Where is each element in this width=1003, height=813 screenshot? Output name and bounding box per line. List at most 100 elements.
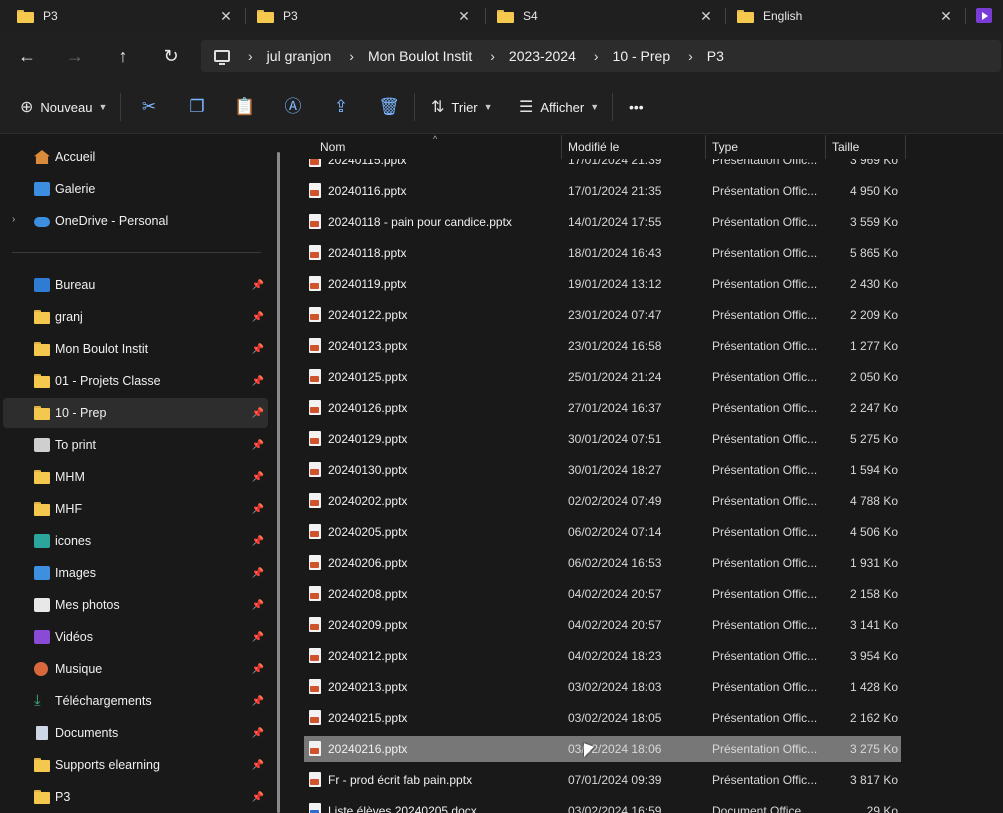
share-icon[interactable]: ⇪ (329, 95, 353, 119)
up-arrow-icon[interactable]: ↑ (111, 44, 135, 68)
file-row[interactable]: 20240118 - pain pour candice.pptx 14/01/2… (304, 209, 901, 235)
chevron-right-icon[interactable]: › (490, 48, 495, 64)
file-row[interactable]: 20240209.pptx 04/02/2024 20:57 Présentatio… (304, 612, 901, 638)
pin-icon[interactable]: 📌 (252, 536, 264, 547)
sidebar-item-musique[interactable]: Musique 📌 (3, 654, 268, 684)
file-row[interactable]: 20240206.pptx 06/02/2024 16:53 Présentatio… (304, 550, 901, 576)
sidebar-item-galerie[interactable]: Galerie (3, 174, 268, 204)
breadcrumb-item[interactable]: Mon Boulot Instit (368, 48, 472, 64)
breadcrumb-item[interactable]: 10 - Prep (613, 48, 671, 64)
sidebar-scrollbar[interactable] (277, 152, 280, 813)
file-row[interactable]: 20240122.pptx 23/01/2024 07:47 Présentatio… (304, 302, 901, 328)
file-row[interactable]: Liste élèves 20240205.docx 03/02/2024 16:… (304, 798, 901, 813)
sidebar-item-prep[interactable]: 10 - Prep 📌 (3, 398, 268, 428)
pin-icon[interactable]: 📌 (252, 376, 264, 387)
sidebar-item-images[interactable]: Images 📌 (3, 558, 268, 588)
file-row[interactable]: 20240216.pptx 03/02/2024 18:06 Présentatio… (304, 736, 901, 762)
tab[interactable]: English ✕ (737, 0, 954, 32)
file-row[interactable]: 20240116.pptx 17/01/2024 21:35 Présentatio… (304, 178, 901, 204)
sidebar-item-videos[interactable]: Vidéos 📌 (3, 622, 268, 652)
close-icon[interactable]: ✕ (218, 8, 234, 24)
new-button[interactable]: ⊕ Nouveau ▼ (20, 95, 107, 119)
sidebar-item-projets-classe[interactable]: 01 - Projets Classe 📌 (3, 366, 268, 396)
file-row[interactable]: 20240212.pptx 04/02/2024 18:23 Présentatio… (304, 643, 901, 669)
chevron-right-icon[interactable]: › (594, 48, 599, 64)
pin-icon[interactable]: 📌 (252, 312, 264, 323)
file-row[interactable]: 20240130.pptx 30/01/2024 18:27 Présentatio… (304, 457, 901, 483)
file-row[interactable]: 20240129.pptx 30/01/2024 07:51 Présentatio… (304, 426, 901, 452)
sidebar-item-mon-boulot-instit[interactable]: Mon Boulot Instit 📌 (3, 334, 268, 364)
tab[interactable]: P3 ✕ (257, 0, 472, 32)
pin-icon[interactable]: 📌 (252, 696, 264, 707)
breadcrumb-item[interactable]: 2023-2024 (509, 48, 576, 64)
column-divider[interactable] (825, 135, 826, 159)
column-modified[interactable]: Modifié le (568, 140, 619, 154)
file-row[interactable]: 20240215.pptx 03/02/2024 18:05 Présentatio… (304, 705, 901, 731)
pin-icon[interactable]: 📌 (252, 568, 264, 579)
sidebar-item-onedrive[interactable]: OneDrive - Personal (3, 206, 268, 236)
column-divider[interactable] (705, 135, 706, 159)
tab[interactable]: P3 ✕ (17, 0, 234, 32)
cut-icon[interactable]: ✂ (137, 95, 161, 119)
pin-icon[interactable]: 📌 (252, 344, 264, 355)
close-icon[interactable]: ✕ (938, 8, 954, 24)
pin-icon[interactable]: 📌 (252, 440, 264, 451)
back-arrow-icon[interactable]: ← (15, 44, 39, 68)
pin-icon[interactable]: 📌 (252, 408, 264, 419)
pin-icon[interactable]: 📌 (252, 504, 264, 515)
sidebar-item-supports-elearning[interactable]: Supports elearning 📌 (3, 750, 268, 780)
file-row[interactable]: 20240126.pptx 27/01/2024 16:37 Présentatio… (304, 395, 901, 421)
file-row[interactable]: 20240125.pptx 25/01/2024 21:24 Présentatio… (304, 364, 901, 390)
pin-icon[interactable]: 📌 (252, 728, 264, 739)
pin-icon[interactable]: 📌 (252, 600, 264, 611)
sidebar-item-telechargements[interactable]: ⤓ Téléchargements 📌 (3, 686, 268, 716)
column-divider[interactable] (561, 135, 562, 159)
column-type[interactable]: Type (712, 140, 738, 154)
address-bar[interactable]: › jul granjon › Mon Boulot Instit › 2023… (201, 40, 1001, 72)
sort-button[interactable]: ⇅ Trier ▼ (431, 95, 493, 119)
sidebar-item-accueil[interactable]: Accueil (3, 142, 268, 172)
forward-arrow-icon[interactable]: → (63, 44, 87, 68)
refresh-icon[interactable]: ↻ (159, 44, 183, 68)
view-button[interactable]: ☰ Afficher ▼ (519, 95, 599, 119)
file-row[interactable]: 20240213.pptx 03/02/2024 18:03 Présentatio… (304, 674, 901, 700)
sidebar-item-mhm[interactable]: MHM 📌 (3, 462, 268, 492)
sidebar-item-granj[interactable]: granj 📌 (3, 302, 268, 332)
rename-icon[interactable]: Ⓐ (281, 95, 305, 119)
more-options-button[interactable]: ••• (629, 95, 644, 119)
pin-icon[interactable]: 📌 (252, 760, 264, 771)
chevron-right-icon[interactable]: › (349, 48, 354, 64)
chevron-right-icon[interactable]: › (688, 48, 693, 64)
sidebar-item-documents[interactable]: Documents 📌 (3, 718, 268, 748)
file-row[interactable]: Fr - prod écrit fab pain.pptx 07/01/2024 … (304, 767, 901, 793)
file-row[interactable]: 20240205.pptx 06/02/2024 07:14 Présentatio… (304, 519, 901, 545)
pin-icon[interactable]: 📌 (252, 632, 264, 643)
column-name[interactable]: Nom (320, 140, 345, 154)
file-row[interactable]: 20240208.pptx 04/02/2024 20:57 Présentatio… (304, 581, 901, 607)
sidebar-item-to-print[interactable]: To print 📌 (3, 430, 268, 460)
delete-icon[interactable]: 🗑 (377, 95, 401, 119)
chevron-right-icon[interactable]: › (248, 48, 253, 64)
copy-icon[interactable]: ❐ (185, 95, 209, 119)
pin-icon[interactable]: 📌 (252, 472, 264, 483)
file-row[interactable]: 20240118.pptx 18/01/2024 16:43 Présentatio… (304, 240, 901, 266)
close-icon[interactable]: ✕ (698, 8, 714, 24)
sidebar-item-icones[interactable]: icones 📌 (3, 526, 268, 556)
pin-icon[interactable]: 📌 (252, 280, 264, 291)
sidebar-item-mes-photos[interactable]: Mes photos 📌 (3, 590, 268, 620)
paste-icon[interactable]: 📋 (233, 95, 257, 119)
close-icon[interactable]: ✕ (456, 8, 472, 24)
sidebar-item-p3[interactable]: P3 📌 (3, 782, 268, 812)
sidebar-item-mhf[interactable]: MHF 📌 (3, 494, 268, 524)
file-row[interactable]: 20240119.pptx 19/01/2024 13:12 Présentatio… (304, 271, 901, 297)
breadcrumb-item[interactable]: jul granjon (267, 48, 332, 64)
tab[interactable]: S4 ✕ (497, 0, 714, 32)
file-row[interactable]: 20240123.pptx 23/01/2024 16:58 Présentatio… (304, 333, 901, 359)
video-tab-icon[interactable] (976, 8, 992, 23)
file-row[interactable]: 20240202.pptx 02/02/2024 07:49 Présentatio… (304, 488, 901, 514)
column-size[interactable]: Taille (832, 140, 859, 154)
pin-icon[interactable]: 📌 (252, 664, 264, 675)
sidebar-item-bureau[interactable]: Bureau 📌 (3, 270, 268, 300)
breadcrumb-item[interactable]: P3 (707, 48, 724, 64)
column-divider[interactable] (905, 135, 906, 159)
